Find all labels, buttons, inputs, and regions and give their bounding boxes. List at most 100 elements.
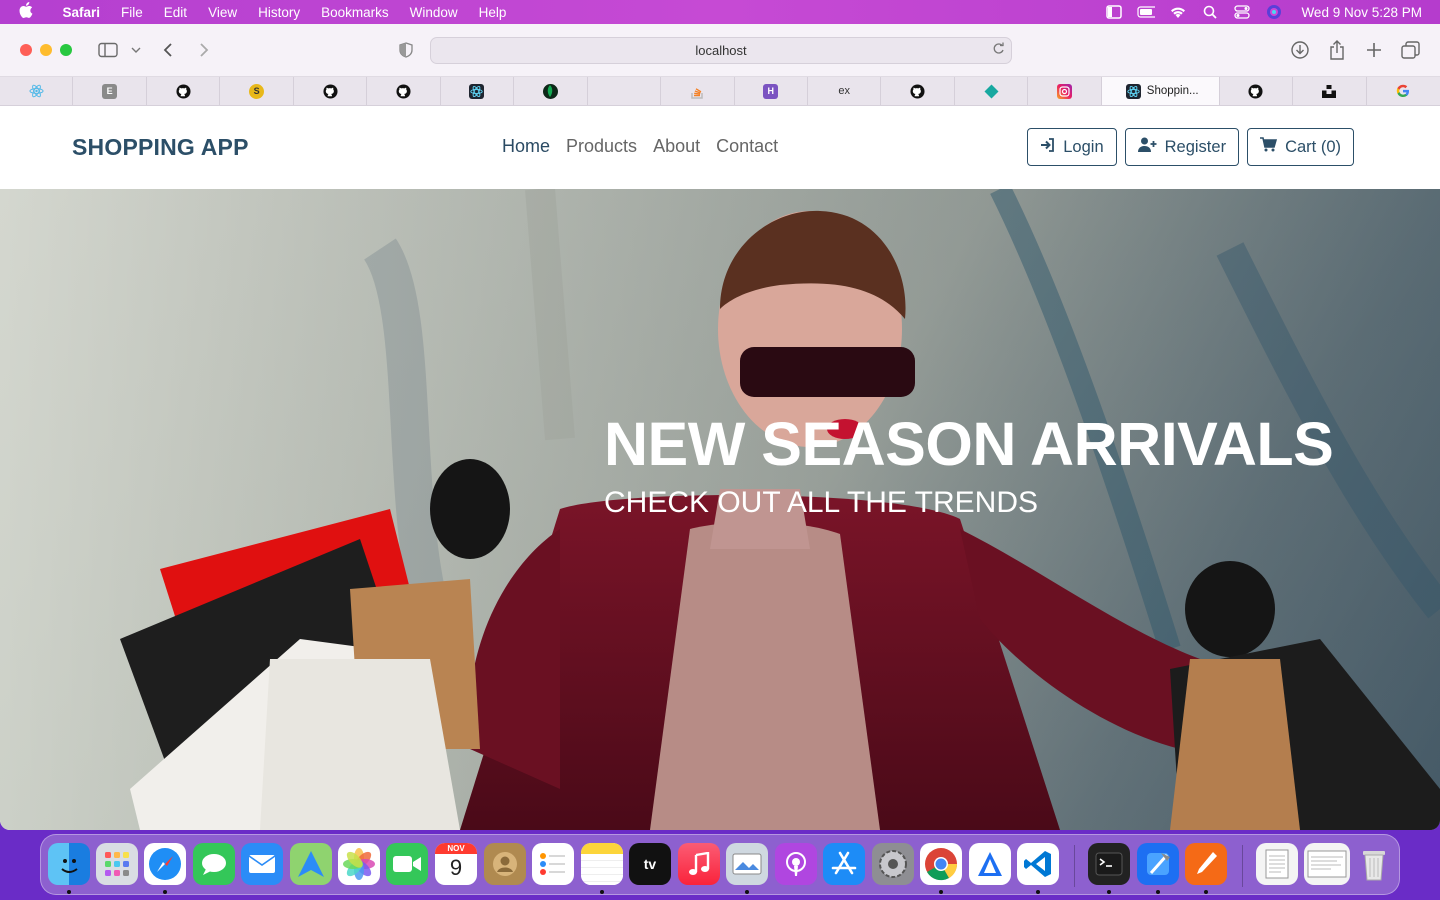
express-icon: ex bbox=[838, 85, 851, 97]
control-center-icon[interactable] bbox=[1233, 5, 1251, 19]
privacy-shield-icon[interactable] bbox=[394, 38, 418, 62]
downloads-stack-icon[interactable] bbox=[1304, 843, 1350, 885]
terminal-icon[interactable] bbox=[1088, 843, 1130, 885]
reminders-icon[interactable] bbox=[532, 843, 574, 885]
tab-google[interactable] bbox=[1367, 77, 1440, 105]
tab-github-2[interactable] bbox=[294, 77, 368, 105]
finder-icon[interactable] bbox=[48, 843, 90, 885]
mail-icon[interactable] bbox=[241, 843, 283, 885]
menu-window[interactable]: Window bbox=[399, 5, 468, 20]
nav-products-link[interactable]: Products bbox=[558, 136, 645, 157]
nav-home-link[interactable]: Home bbox=[494, 136, 558, 157]
close-window-button[interactable] bbox=[20, 44, 32, 56]
trash-icon[interactable] bbox=[1353, 843, 1395, 885]
menu-history[interactable]: History bbox=[248, 5, 311, 20]
zoom-window-button[interactable] bbox=[60, 44, 72, 56]
contacts-icon[interactable] bbox=[484, 843, 526, 885]
tab-github-3[interactable] bbox=[367, 77, 441, 105]
back-button[interactable] bbox=[156, 38, 180, 62]
react-icon bbox=[1125, 83, 1141, 99]
search-icon[interactable] bbox=[1201, 5, 1219, 19]
menubar-clock[interactable]: Wed 9 Nov 5:28 PM bbox=[1301, 5, 1422, 20]
menu-file[interactable]: File bbox=[111, 5, 154, 20]
react-icon bbox=[469, 83, 485, 99]
tab-shopping-app[interactable]: Shoppin... bbox=[1101, 77, 1220, 105]
minimize-window-button[interactable] bbox=[40, 44, 52, 56]
menu-edit[interactable]: Edit bbox=[153, 5, 197, 20]
instagram-icon bbox=[1057, 83, 1073, 99]
tab-github-4[interactable] bbox=[881, 77, 955, 105]
messages-icon[interactable] bbox=[193, 843, 235, 885]
podcasts-icon[interactable] bbox=[775, 843, 817, 885]
reload-icon[interactable] bbox=[992, 42, 1005, 58]
github-icon bbox=[1248, 83, 1263, 99]
tab-leaf[interactable] bbox=[514, 77, 588, 105]
cart-button[interactable]: Cart (0) bbox=[1247, 128, 1354, 166]
tab-stackoverflow[interactable] bbox=[661, 77, 735, 105]
tab-instagram[interactable] bbox=[1028, 77, 1102, 105]
github-icon bbox=[176, 83, 191, 99]
tab-unsplash[interactable] bbox=[1293, 77, 1367, 105]
menu-bookmarks[interactable]: Bookmarks bbox=[311, 5, 400, 20]
tab-github-5[interactable] bbox=[1220, 77, 1294, 105]
notes-icon[interactable] bbox=[581, 843, 623, 885]
nav-about-link[interactable]: About bbox=[645, 136, 708, 157]
documents-stack-icon[interactable] bbox=[1256, 843, 1298, 885]
apple-icon[interactable] bbox=[0, 2, 52, 22]
tab-react-dark[interactable] bbox=[441, 77, 515, 105]
menu-view[interactable]: View bbox=[198, 5, 248, 20]
safari-icon[interactable] bbox=[144, 843, 186, 885]
menu-help[interactable]: Help bbox=[468, 5, 517, 20]
dock-separator bbox=[1242, 845, 1243, 887]
maps-icon[interactable] bbox=[290, 843, 332, 885]
preview-icon[interactable] bbox=[726, 843, 768, 885]
browser-toolbar: localhost bbox=[0, 24, 1440, 77]
register-button[interactable]: Register bbox=[1124, 128, 1240, 166]
app-store-icon[interactable] bbox=[823, 843, 865, 885]
new-tab-icon[interactable] bbox=[1362, 38, 1386, 62]
tab-heroku[interactable]: H bbox=[735, 77, 808, 105]
menu-bar: Safari File Edit View History Bookmarks … bbox=[0, 0, 1440, 24]
tab-coin[interactable]: S bbox=[220, 77, 294, 105]
music-icon[interactable] bbox=[678, 843, 720, 885]
accessibility-app-icon[interactable] bbox=[969, 843, 1011, 885]
sidebar-status-icon[interactable] bbox=[1105, 5, 1123, 19]
tab-overview-icon[interactable] bbox=[1399, 38, 1423, 62]
battery-icon[interactable] bbox=[1137, 5, 1156, 19]
tab-github-1[interactable] bbox=[147, 77, 221, 105]
tab-diamond[interactable] bbox=[955, 77, 1029, 105]
safari-window: localhost E S H ex Shoppin... SHOPPING A… bbox=[0, 24, 1440, 830]
tab-bar: E S H ex Shoppin... bbox=[0, 77, 1440, 106]
calendar-icon[interactable]: NOV 9 bbox=[435, 843, 477, 885]
unsplash-icon bbox=[1322, 84, 1337, 99]
xcode-icon[interactable] bbox=[1137, 843, 1179, 885]
share-icon[interactable] bbox=[1325, 38, 1349, 62]
chrome-icon[interactable] bbox=[920, 843, 962, 885]
facetime-icon[interactable] bbox=[386, 843, 428, 885]
launchpad-icon[interactable] bbox=[96, 843, 138, 885]
wifi-icon[interactable] bbox=[1169, 5, 1187, 19]
menu-app-name[interactable]: Safari bbox=[52, 5, 111, 20]
appletv-icon[interactable]: tv bbox=[629, 843, 671, 885]
nav-contact-link[interactable]: Contact bbox=[708, 136, 786, 157]
address-bar[interactable]: localhost bbox=[430, 37, 1012, 64]
register-label: Register bbox=[1164, 137, 1227, 156]
downloads-icon[interactable] bbox=[1288, 38, 1312, 62]
tab-express[interactable]: ex bbox=[808, 77, 882, 105]
sidebar-toggle-icon[interactable] bbox=[96, 38, 120, 62]
brand-logo[interactable]: SHOPPING APP bbox=[72, 134, 249, 161]
vscode-icon[interactable] bbox=[1017, 843, 1059, 885]
pages-icon[interactable] bbox=[1185, 843, 1227, 885]
system-preferences-icon[interactable] bbox=[872, 843, 914, 885]
cart-label: Cart (0) bbox=[1285, 137, 1341, 156]
siri-icon[interactable] bbox=[1265, 5, 1283, 19]
forward-button[interactable] bbox=[192, 38, 216, 62]
appletv-label: tv bbox=[643, 856, 657, 872]
chevron-down-icon[interactable] bbox=[124, 38, 148, 62]
github-icon bbox=[323, 83, 338, 99]
tab-blank[interactable] bbox=[588, 77, 662, 105]
tab-react[interactable] bbox=[0, 77, 74, 105]
tab-e[interactable]: E bbox=[73, 77, 147, 105]
login-button[interactable]: Login bbox=[1027, 128, 1117, 166]
photos-icon[interactable] bbox=[338, 843, 380, 885]
